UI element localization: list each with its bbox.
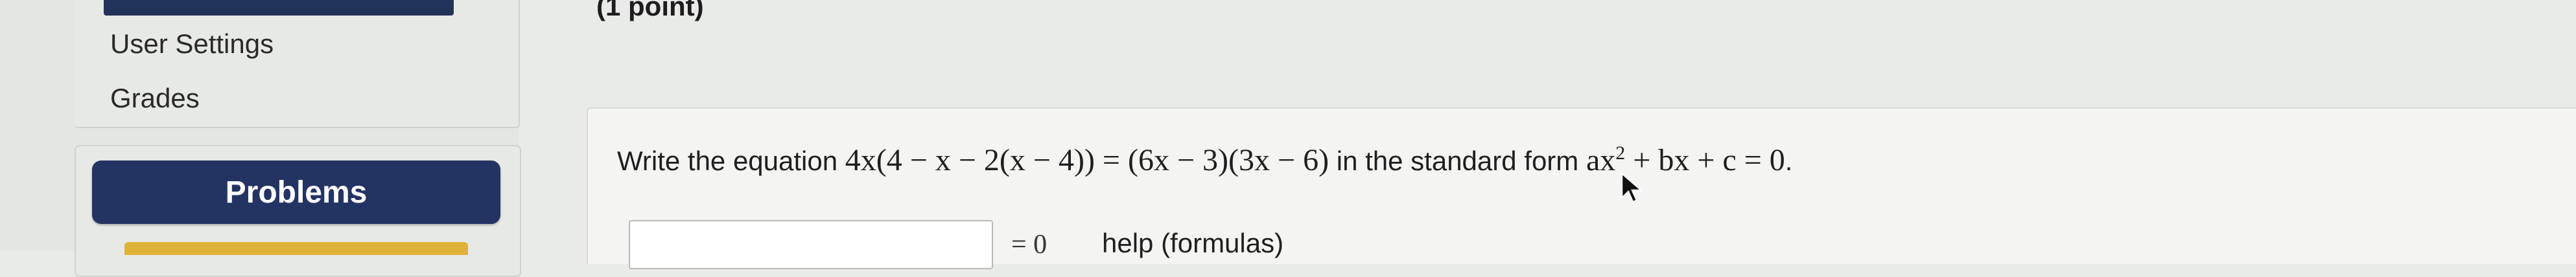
sidebar: User Settings Grades Problems [0,0,521,277]
sidebar-top-tab[interactable] [104,0,454,16]
next-nav-button-edge[interactable] [124,242,468,255]
equation-math: 4x(4 − x − 2(x − 4)) = (6x − 3)(3x − 6) [845,143,1329,177]
problem-statement: Write the equation 4x(4 − x − 2(x − 4)) … [617,142,1792,178]
help-formulas-link[interactable]: help (formulas) [1102,228,1283,259]
problem-points-label: (1 point) [596,0,704,21]
equals-zero-label: = 0 [1011,230,1048,260]
sidebar-item-grades[interactable]: Grades [110,83,200,114]
prompt-suffix: . [1785,146,1793,176]
prompt-middle: in the standard form [1329,146,1586,176]
sidebar-item-user-settings[interactable]: User Settings [110,28,274,60]
mouse-pointer-icon [1621,172,1644,203]
standard-form-rhs: + bx + c = 0 [1625,143,1785,177]
standard-form-math: ax2 + bx + c = 0 [1586,142,1785,177]
prompt-prefix: Write the equation [617,146,845,176]
standard-form-lhs: ax [1586,143,1616,177]
answer-input[interactable] [629,220,993,269]
standard-form-exponent: 2 [1615,142,1626,164]
problems-button[interactable]: Problems [92,161,500,224]
